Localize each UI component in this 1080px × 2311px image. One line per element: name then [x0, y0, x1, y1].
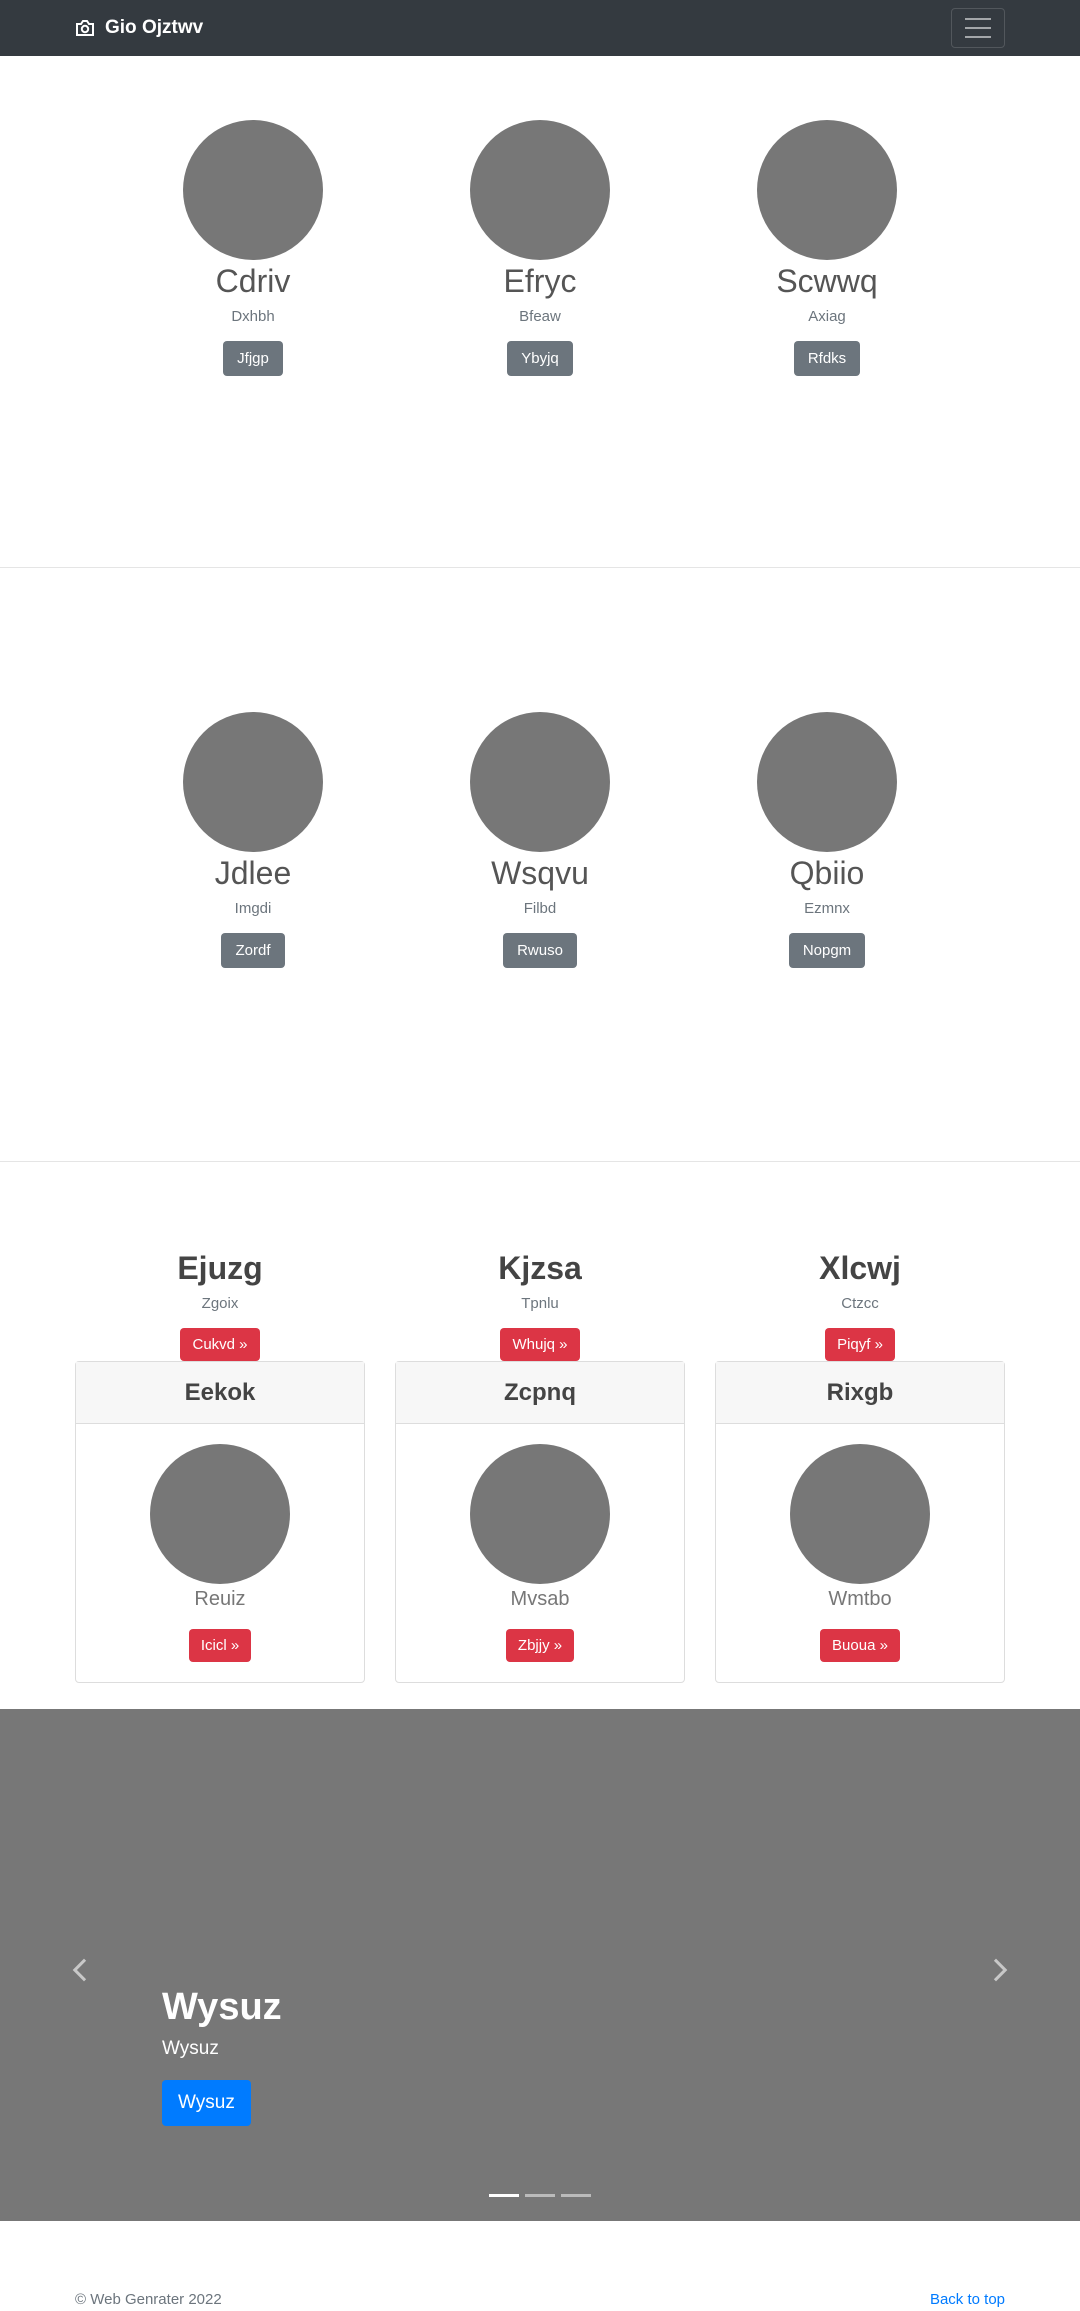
card: Zcpnq Mvsab Zbjjy »	[395, 1361, 685, 1683]
column-button[interactable]: Whujq »	[500, 1328, 580, 1361]
carousel: Wysuz Wysuz Wysuz	[0, 1709, 1080, 2221]
avatar	[790, 1444, 930, 1584]
member-subtitle: Axiag	[808, 308, 846, 325]
member-name: Qbiio	[789, 855, 865, 891]
card-header: Eekok	[76, 1362, 364, 1424]
card-body: Wmtbo Buoua »	[716, 1424, 1004, 1682]
pricing-column: Kjzsa Tpnlu Whujq » Zcpnq Mvsab Zbjjy »	[395, 1249, 685, 1683]
member-button[interactable]: Jfjgp	[223, 341, 283, 376]
chevron-left-icon[interactable]	[72, 1958, 96, 1982]
avatar	[150, 1444, 290, 1584]
navbar: Gio Ojztwv	[0, 0, 1080, 56]
column-subtitle: Tpnlu	[521, 1295, 559, 1312]
column-button[interactable]: Piqyf »	[825, 1328, 895, 1361]
member-name: Jdlee	[214, 855, 292, 891]
carousel-subtitle: Wysuz	[162, 2038, 219, 2059]
column-subtitle: Ctzcc	[841, 1295, 879, 1312]
column-title: Ejuzg	[177, 1250, 263, 1286]
carousel-title: Wysuz	[162, 1986, 282, 2028]
chevron-right-icon[interactable]	[984, 1958, 1008, 1982]
back-to-top-link[interactable]: Back to top	[930, 2291, 1005, 2308]
column-subtitle: Zgoix	[201, 1295, 239, 1312]
team-member: Efryc Bfeaw Ybyjq	[397, 120, 684, 376]
member-name: Scwwq	[776, 263, 878, 299]
camera-icon	[76, 20, 94, 36]
hamburger-icon-bar	[965, 18, 991, 20]
avatar	[183, 120, 323, 260]
member-subtitle: Dxhbh	[231, 308, 275, 325]
card-button[interactable]: Zbjjy »	[505, 1629, 575, 1662]
pricing-column: Xlcwj Ctzcc Piqyf » Rixgb Wmtbo Buoua »	[715, 1249, 1005, 1683]
brand-text: Gio Ojztwv	[105, 17, 204, 38]
avatar	[183, 712, 323, 852]
carousel-indicator[interactable]	[489, 2194, 519, 2197]
carousel-button[interactable]: Wysuz	[162, 2080, 251, 2126]
team-member: Jdlee Imgdi Zordf	[110, 712, 397, 968]
card-button[interactable]: Icicl »	[188, 1629, 252, 1662]
carousel-indicators	[0, 2194, 1080, 2197]
brand-link[interactable]: Gio Ojztwv	[75, 17, 203, 39]
column-title: Xlcwj	[819, 1250, 901, 1286]
card-name: Reuiz	[194, 1588, 246, 1610]
column-button[interactable]: Cukvd »	[180, 1328, 260, 1361]
team-member: Qbiio Ezmnx Nopgm	[684, 712, 971, 968]
card-button[interactable]: Buoua »	[820, 1629, 900, 1662]
carousel-indicator[interactable]	[525, 2194, 555, 2197]
member-name: Wsqvu	[491, 855, 589, 891]
member-button[interactable]: Zordf	[221, 933, 285, 968]
member-button[interactable]: Nopgm	[788, 933, 866, 968]
carousel-indicator[interactable]	[561, 2194, 591, 2197]
team-member: Wsqvu Filbd Rwuso	[397, 712, 684, 968]
hamburger-icon-bar	[965, 36, 991, 38]
team-section-1: Cdriv Dxhbh Jfjgp Efryc Bfeaw Ybyjq Scww…	[0, 56, 1080, 568]
member-name: Cdriv	[215, 263, 291, 299]
member-subtitle: Bfeaw	[519, 308, 561, 325]
member-button[interactable]: Ybyjq	[507, 341, 573, 376]
team-section-2: Jdlee Imgdi Zordf Wsqvu Filbd Rwuso Qbii…	[0, 568, 1080, 1162]
card: Rixgb Wmtbo Buoua »	[715, 1361, 1005, 1683]
member-subtitle: Filbd	[523, 900, 557, 917]
avatar	[757, 120, 897, 260]
card-name: Wmtbo	[828, 1588, 892, 1610]
member-button[interactable]: Rwuso	[503, 933, 577, 968]
copyright-text: © Web Genrater 2022	[75, 2291, 222, 2308]
card-body: Mvsab Zbjjy »	[396, 1424, 684, 1682]
member-button[interactable]: Rfdks	[793, 341, 861, 376]
member-name: Efryc	[503, 263, 577, 299]
avatar	[470, 712, 610, 852]
menu-toggle-button[interactable]	[951, 8, 1005, 48]
card-header: Rixgb	[716, 1362, 1004, 1424]
column-title: Kjzsa	[498, 1250, 582, 1286]
pricing-column: Ejuzg Zgoix Cukvd » Eekok Reuiz Icicl »	[75, 1249, 365, 1683]
avatar	[470, 120, 610, 260]
carousel-caption: Wysuz Wysuz Wysuz	[162, 1984, 282, 2126]
card-name: Mvsab	[510, 1588, 570, 1610]
team-member: Cdriv Dxhbh Jfjgp	[110, 120, 397, 376]
hamburger-icon-bar	[965, 27, 991, 29]
card-body: Reuiz Icicl »	[76, 1424, 364, 1682]
card-header: Zcpnq	[396, 1362, 684, 1424]
avatar	[757, 712, 897, 852]
team-member: Scwwq Axiag Rfdks	[684, 120, 971, 376]
pricing-section: Ejuzg Zgoix Cukvd » Eekok Reuiz Icicl » …	[0, 1162, 1080, 1709]
member-subtitle: Ezmnx	[804, 900, 850, 917]
avatar	[470, 1444, 610, 1584]
card: Eekok Reuiz Icicl »	[75, 1361, 365, 1683]
footer: © Web Genrater 2022 Back to top	[0, 2221, 1080, 2310]
member-subtitle: Imgdi	[234, 900, 272, 917]
